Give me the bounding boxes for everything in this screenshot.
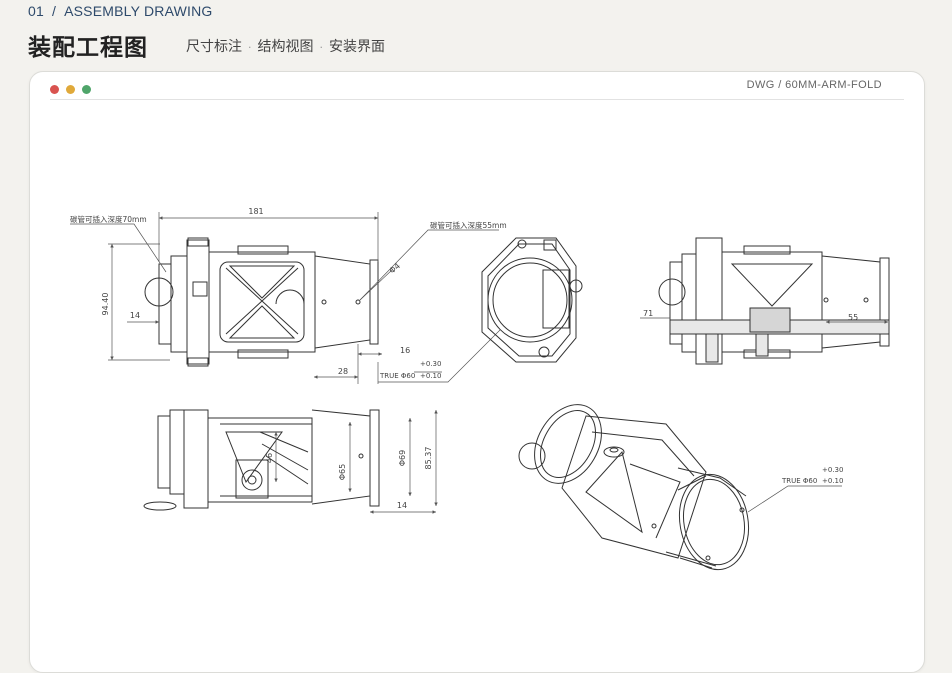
- bottom-view: [143, 409, 380, 511]
- tol-upper: +0.30: [420, 360, 441, 368]
- dim-dia-69: Φ69: [398, 450, 407, 466]
- note-insert-depth-70: 碳管可插入深度70mm: [70, 214, 147, 224]
- subtitle-item-mounting: 安装界面: [329, 39, 385, 55]
- bottom-dimensions: [274, 410, 438, 514]
- end-view: [481, 237, 583, 363]
- breadcrumb: 01 / ASSEMBLY DRAWING: [28, 3, 213, 19]
- dim-71: 71: [643, 309, 653, 318]
- front-view: [144, 237, 379, 367]
- subtitle-dot: ·: [248, 41, 252, 54]
- subtitle: 尺寸标注 · 结构视图 · 安装界面: [186, 36, 385, 56]
- dim-85-37: 85.37: [424, 447, 433, 470]
- subtitle-item-dimensions: 尺寸标注: [186, 39, 242, 55]
- section-label: ASSEMBLY DRAWING: [64, 3, 213, 19]
- dim-length-181: 181: [248, 207, 263, 216]
- isometric-view: [518, 404, 750, 571]
- dim-dia-65: Φ65: [338, 464, 347, 480]
- dim-height: 94.40: [101, 293, 110, 316]
- assembly-drawing: 181 94.40 14 碳管可插入深度70mm 碳管可插入深度55mm Φ4 …: [70, 207, 890, 571]
- subtitle-item-structure: 结构视图: [257, 39, 314, 55]
- dim-bottom-14: 14: [397, 501, 407, 510]
- iso-true-dia-60: TRUE Φ60: [781, 477, 817, 485]
- dim-46: 46: [265, 453, 274, 463]
- iso-tol-lower: +0.10: [822, 477, 843, 485]
- dim-28: 28: [338, 367, 348, 376]
- iso-dimensions: [747, 485, 842, 513]
- dim-hole-dia: Φ4: [388, 261, 403, 275]
- page-title: 装配工程图: [28, 35, 148, 61]
- section-view: [658, 237, 890, 365]
- iso-dimension-labels: +0.30 +0.10 TRUE Φ60: [781, 466, 843, 485]
- true-dia-60: TRUE Φ60: [379, 372, 415, 380]
- section-number: 01: [28, 3, 44, 19]
- note-insert-depth-55: 碳管可插入深度55mm: [430, 220, 507, 230]
- iso-tol-upper: +0.30: [822, 466, 843, 474]
- subtitle-dot: ·: [319, 41, 324, 54]
- drawing-card: DWG / 60MM-ARM-FOLD 181 94.40 14 碳管可插入深度…: [29, 71, 925, 673]
- dim-flange-14: 14: [130, 311, 140, 320]
- dim-16: 16: [400, 346, 410, 355]
- tol-lower: +0.10: [420, 372, 441, 380]
- breadcrumb-separator: /: [51, 3, 57, 19]
- dim-55: 55: [848, 313, 858, 322]
- bottom-dimension-labels: 85.37 Φ69 Φ65 46 14: [265, 447, 433, 510]
